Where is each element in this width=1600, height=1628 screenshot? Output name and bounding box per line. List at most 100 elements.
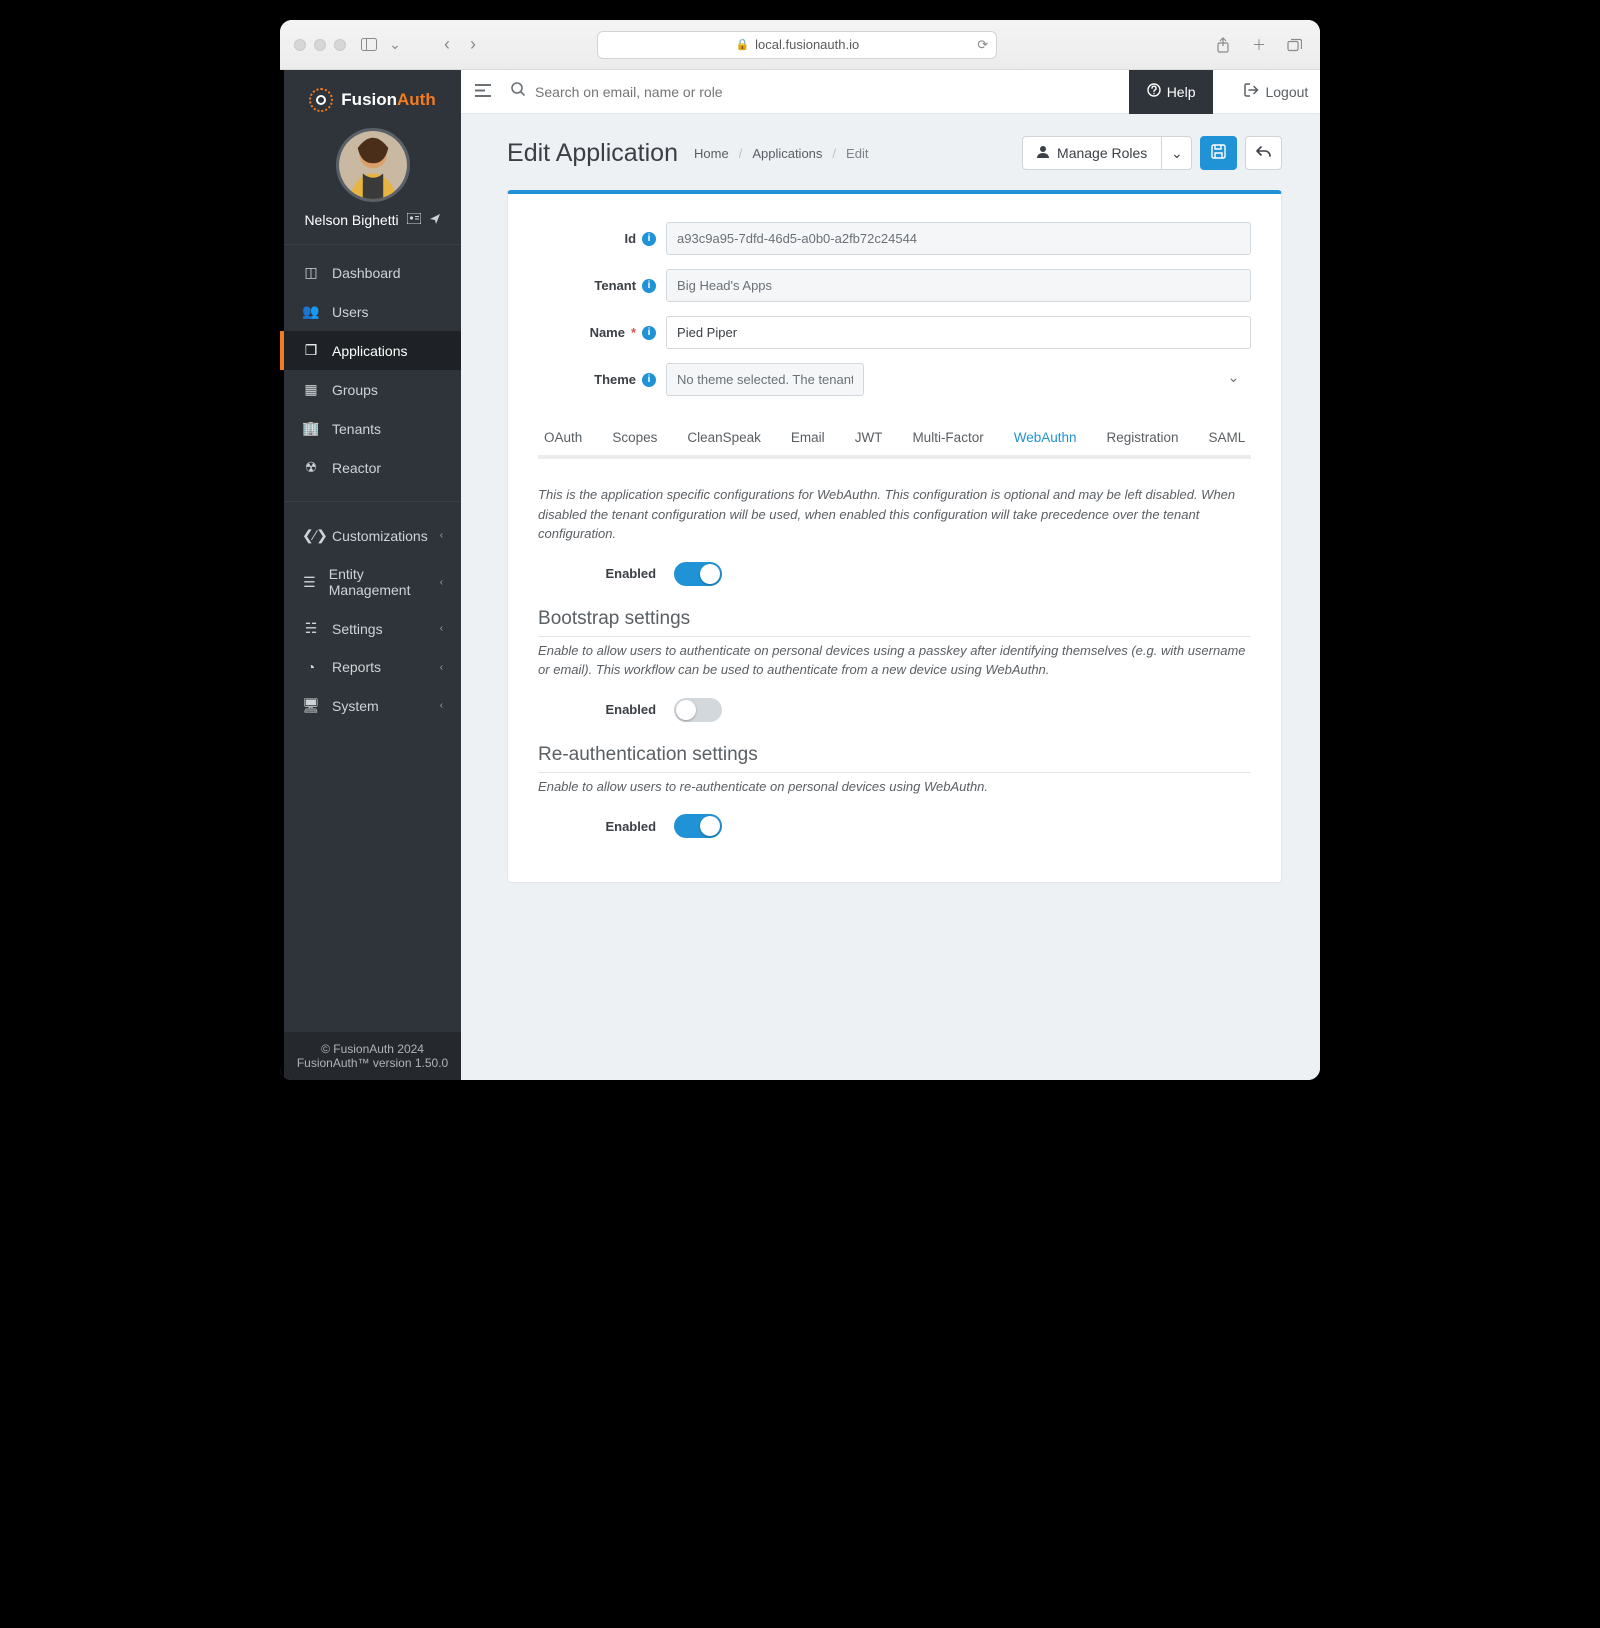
breadcrumb: Home / Applications / Edit [694,146,868,161]
manage-roles-dropdown[interactable]: ⌄ [1162,136,1192,170]
sidebar-footer: © FusionAuth 2024 FusionAuth™ version 1.… [284,1032,461,1080]
id-card-icon[interactable] [407,213,421,227]
bootstrap-desc: Enable to allow users to authenticate on… [538,641,1251,680]
sidebar-item-reactor[interactable]: ☢Reactor [284,448,461,487]
code-icon: ❮∕❯ [302,527,320,544]
new-tab-icon[interactable]: ＋ [1248,34,1270,56]
chevron-down-icon: ⌄ [1171,145,1183,162]
id-field [666,222,1251,255]
tab-webauthn[interactable]: WebAuthn [1012,420,1079,455]
sidebar-item-tenants[interactable]: 🏢Tenants [284,409,461,448]
copyright: © FusionAuth 2024 [294,1042,451,1056]
sliders-icon: ☵ [302,620,320,637]
reauth-enabled-toggle[interactable] [674,814,722,838]
sidebar-item-label: Reactor [332,460,381,476]
user-icon [1037,145,1049,161]
bootstrap-enabled-label: Enabled [538,702,656,717]
tenant-field [666,269,1251,302]
sidebar-item-label: Settings [332,621,383,637]
avatar[interactable] [336,128,410,202]
address-bar[interactable]: 🔒 local.fusionauth.io ⟳ [597,31,997,59]
tab-jwt[interactable]: JWT [853,420,885,455]
sidebar-item-customizations[interactable]: ❮∕❯Customizations‹ [284,516,461,555]
back-icon[interactable]: ‹ [436,34,458,56]
tab-registration[interactable]: Registration [1105,420,1181,455]
tab-oauth[interactable]: OAuth [542,420,584,455]
logo-mark-icon [309,88,333,112]
help-icon [1147,83,1161,100]
sidebar-toggle-icon[interactable] [358,34,380,56]
sidebar-item-reports[interactable]: ◔ Reports ‹ [284,648,461,686]
address-bar-text: local.fusionauth.io [755,37,859,52]
info-icon[interactable]: i [642,232,656,246]
sidebar-item-entity-management[interactable]: ☰Entity Management‹ [284,555,461,609]
sidebar-item-settings[interactable]: ☵Settings‹ [284,609,461,648]
browser-window: ⌄ ‹ › 🔒 local.fusionauth.io ⟳ ＋ FusionAu… [280,20,1320,1080]
theme-label: Themei [538,372,666,387]
tab-scopes[interactable]: Scopes [610,420,659,455]
save-icon [1211,144,1226,162]
help-button[interactable]: Help [1129,70,1214,114]
search-icon [511,82,525,101]
tenant-label: Tenanti [538,278,666,293]
tabs: OAuth Scopes CleanSpeak Email JWT Multi-… [538,420,1251,459]
sidebar-item-label: Reports [332,659,381,675]
undo-icon [1256,145,1271,161]
profile-block: Nelson Bighetti [284,122,461,245]
manage-roles-label: Manage Roles [1057,145,1147,161]
sidebar: FusionAuth Nelson Bighetti [280,70,461,1080]
main-pane: Help Logout Edit Application Home / Appl… [461,70,1320,1080]
traffic-lights[interactable] [294,39,346,51]
back-button[interactable] [1245,136,1282,170]
tab-multifactor[interactable]: Multi-Factor [910,420,985,455]
sidebar-item-users[interactable]: 👥Users [284,292,461,331]
info-icon[interactable]: i [642,326,656,340]
theme-select[interactable] [666,363,864,396]
save-button[interactable] [1200,136,1237,170]
users-icon: 👥 [302,303,320,320]
reload-icon[interactable]: ⟳ [977,37,988,53]
logout-label: Logout [1265,84,1308,100]
forward-icon[interactable]: › [462,34,484,56]
help-label: Help [1167,84,1196,100]
panel: Idi Tenanti Name*i Themei [507,190,1282,883]
logo-text: FusionAuth [341,90,435,110]
logout-icon [1244,83,1259,100]
chevron-left-icon: ‹ [440,662,443,673]
manage-roles-button[interactable]: Manage Roles [1022,136,1162,170]
sidebar-item-system[interactable]: 🖥System‹ [284,686,461,725]
enabled-label: Enabled [538,566,656,581]
nav-secondary: ❮∕❯ Customizations ‹ ☰Entity Management‹ ☵… [284,508,461,733]
tab-email[interactable]: Email [789,420,827,455]
info-icon[interactable]: i [642,373,656,387]
lock-icon: 🔒 [735,38,749,51]
collapse-sidebar-icon[interactable] [475,84,497,100]
sidebar-item-groups[interactable]: ▦Groups [284,370,461,409]
sidebar-item-dashboard[interactable]: ◫Dashboard [284,253,461,292]
sidebar-item-applications[interactable]: ❒Applications [284,331,461,370]
crumb-applications[interactable]: Applications [752,146,822,161]
dashboard-icon: ◫ [302,264,320,281]
profile-name: Nelson Bighetti [304,212,398,228]
name-field[interactable] [666,316,1251,349]
search-input[interactable] [535,84,1115,100]
bootstrap-enabled-toggle[interactable] [674,698,722,722]
pie-chart-icon: ◔ [302,659,320,675]
tabs-overview-icon[interactable] [1284,34,1306,56]
logo[interactable]: FusionAuth [284,70,461,122]
topbar: Help Logout [461,70,1320,114]
chevron-down-icon[interactable]: ⌄ [384,34,406,56]
crumb-home[interactable]: Home [694,146,729,161]
location-arrow-icon[interactable] [429,213,441,228]
logout-button[interactable]: Logout [1226,83,1314,100]
tab-cleanspeak[interactable]: CleanSpeak [685,420,763,455]
reauth-desc: Enable to allow users to re-authenticate… [538,777,1251,797]
share-icon[interactable] [1212,34,1234,56]
tab-saml[interactable]: SAML [1207,420,1248,455]
webauthn-intro: This is the application specific configu… [538,485,1251,544]
version: FusionAuth™ version 1.50.0 [294,1056,451,1070]
chevron-left-icon: ‹ [440,577,443,588]
info-icon[interactable]: i [642,279,656,293]
sidebar-item-label: Customizations [332,528,428,544]
webauthn-enabled-toggle[interactable] [674,562,722,586]
